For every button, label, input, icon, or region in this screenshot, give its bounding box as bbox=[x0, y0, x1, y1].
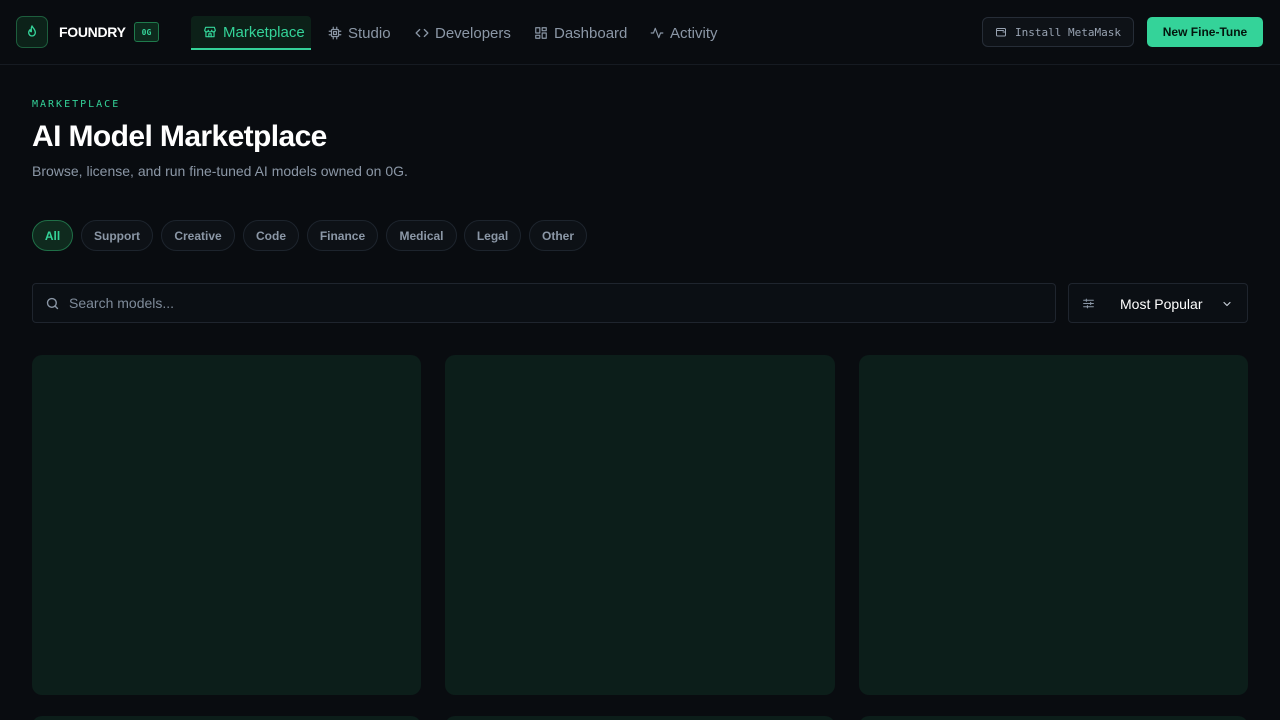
sliders-icon bbox=[1083, 298, 1094, 309]
chip-support[interactable]: Support bbox=[81, 220, 153, 251]
chip-other[interactable]: Other bbox=[529, 220, 587, 251]
brand-name[interactable]: FOUNDRY bbox=[59, 24, 126, 40]
sort-selected-label: Most Popular bbox=[1120, 296, 1203, 312]
code-brackets-icon bbox=[415, 28, 429, 38]
chip-creative[interactable]: Creative bbox=[161, 220, 235, 251]
model-card-placeholder[interactable] bbox=[445, 716, 835, 720]
chip-medical[interactable]: Medical bbox=[386, 220, 457, 251]
sort-select[interactable]: Most Popular bbox=[1068, 283, 1248, 323]
cpu-chip-icon bbox=[328, 26, 342, 40]
new-fine-tune-button[interactable]: New Fine-Tune bbox=[1147, 17, 1263, 47]
search-input[interactable] bbox=[69, 284, 1049, 322]
install-metamask-label: Install MetaMask bbox=[1015, 25, 1121, 39]
model-card-placeholder[interactable] bbox=[32, 355, 421, 695]
storefront-icon bbox=[204, 26, 216, 38]
nav-item-studio[interactable]: Studio bbox=[316, 16, 403, 50]
chip-finance[interactable]: Finance bbox=[307, 220, 378, 251]
chevron-down-icon bbox=[1223, 301, 1231, 307]
page-title: AI Model Marketplace bbox=[32, 120, 327, 153]
nav-item-activity[interactable]: Activity bbox=[638, 16, 730, 50]
flame-icon bbox=[27, 25, 36, 37]
wallet-icon bbox=[996, 28, 1007, 37]
search-icon bbox=[46, 297, 59, 310]
model-card-placeholder[interactable] bbox=[32, 716, 421, 720]
section-eyebrow: MARKETPLACE bbox=[32, 99, 121, 110]
search-bar bbox=[32, 283, 1056, 323]
nav-item-label: Dashboard bbox=[554, 24, 628, 42]
nav-item-developers[interactable]: Developers bbox=[403, 16, 523, 50]
nav-item-label: Studio bbox=[348, 24, 391, 42]
top-navigation-bar: FOUNDRY 0G Marketplace Studio Developers… bbox=[0, 0, 1280, 65]
model-card-placeholder[interactable] bbox=[859, 716, 1248, 720]
nav-item-dashboard[interactable]: Dashboard bbox=[522, 16, 639, 50]
model-card-placeholder[interactable] bbox=[859, 355, 1248, 695]
nav-item-label: Marketplace bbox=[223, 23, 305, 41]
chip-code[interactable]: Code bbox=[243, 220, 299, 251]
pulse-activity-icon bbox=[650, 27, 664, 39]
chip-legal[interactable]: Legal bbox=[464, 220, 521, 251]
nav-item-marketplace[interactable]: Marketplace bbox=[191, 16, 311, 50]
chain-badge: 0G bbox=[134, 22, 159, 42]
grid-dashboard-icon bbox=[535, 27, 547, 39]
nav-item-label: Activity bbox=[670, 24, 718, 42]
install-metamask-button[interactable]: Install MetaMask bbox=[982, 17, 1134, 47]
chip-all[interactable]: All bbox=[32, 220, 73, 251]
nav-item-label: Developers bbox=[435, 24, 511, 42]
logo[interactable] bbox=[16, 16, 48, 48]
page-subtitle: Browse, license, and run fine-tuned AI m… bbox=[32, 163, 408, 179]
model-card-placeholder[interactable] bbox=[445, 355, 835, 695]
